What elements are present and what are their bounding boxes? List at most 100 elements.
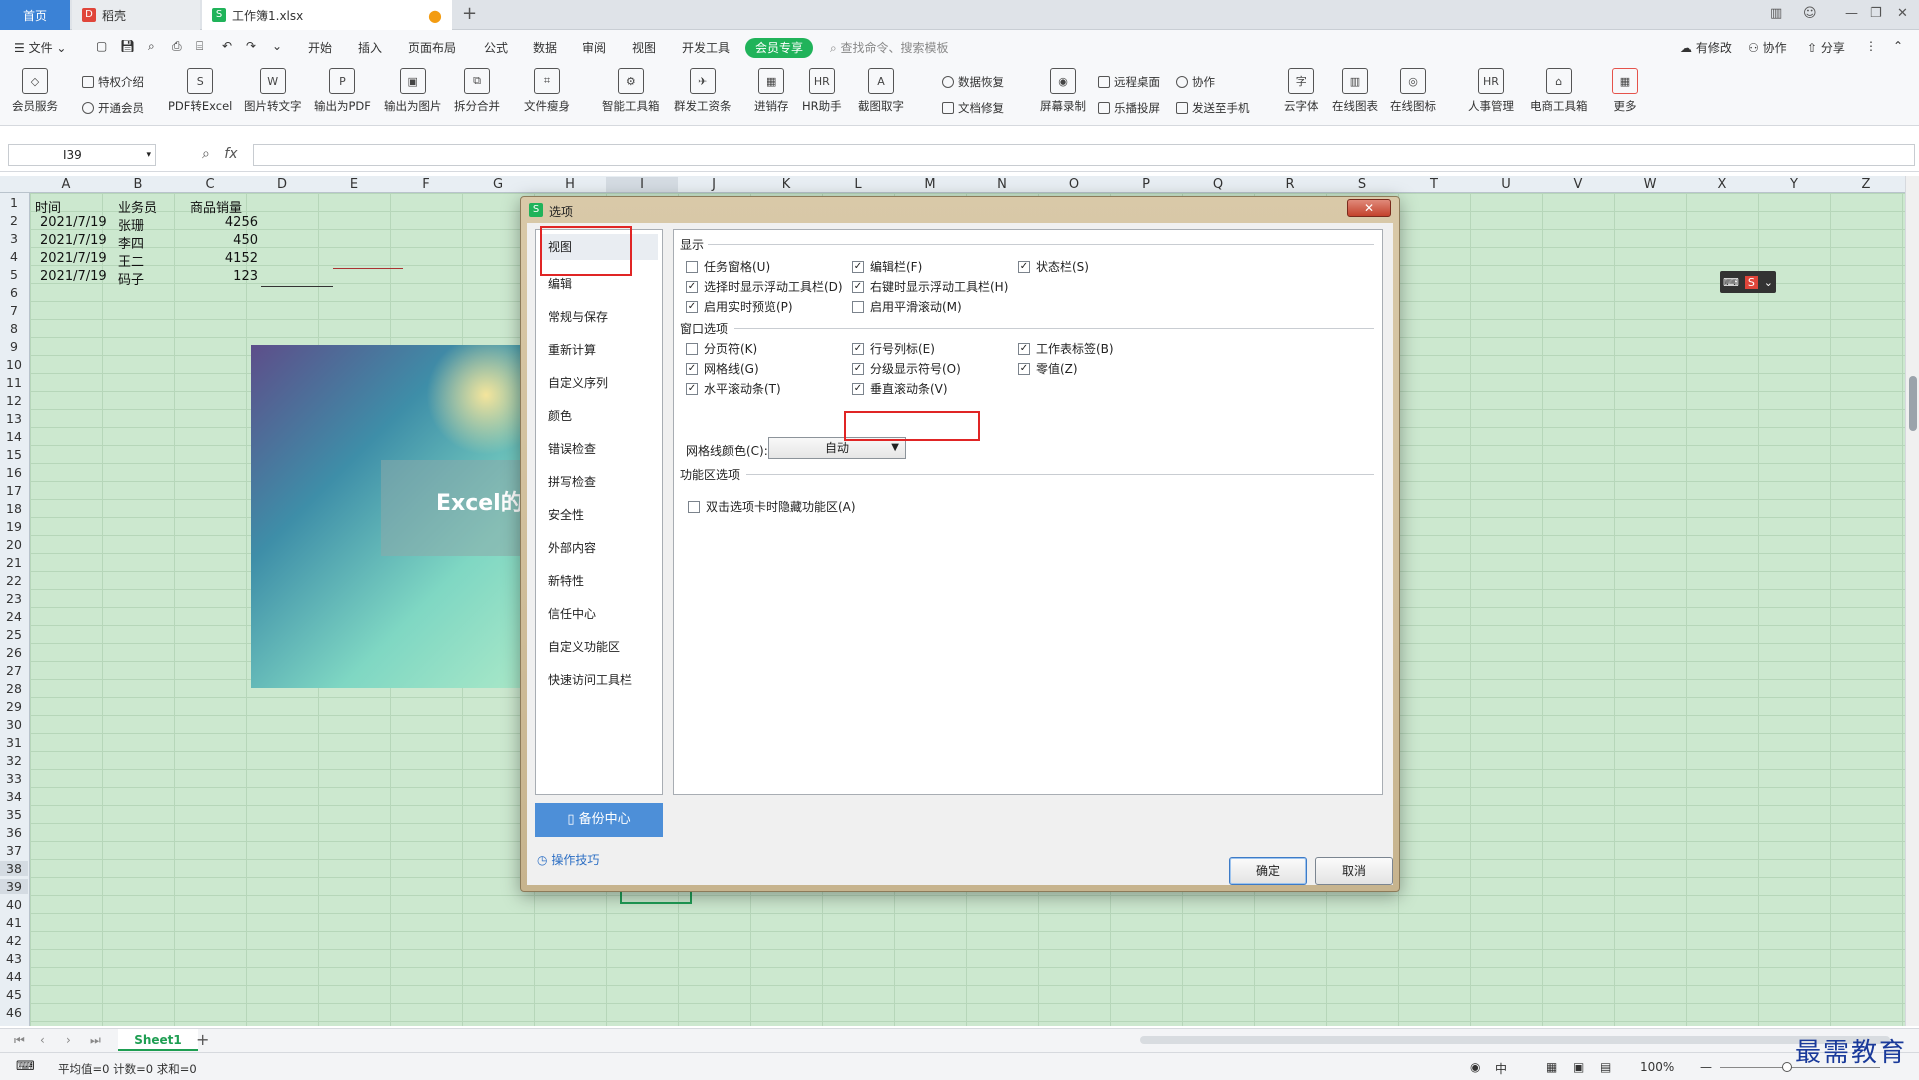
column-header-g[interactable]: G — [462, 177, 534, 192]
last-sheet-icon[interactable]: ⏭ — [90, 1033, 101, 1048]
column-header-q[interactable]: Q — [1182, 177, 1254, 192]
vip-service-button[interactable]: ◇ 会员服务 — [12, 68, 58, 114]
column-header-j[interactable]: J — [678, 177, 750, 192]
export-image-button[interactable]: ▣ 输出为图片 — [384, 68, 442, 114]
column-header-m[interactable]: M — [894, 177, 966, 192]
checkbox-checked-icon[interactable]: ✓ — [686, 382, 698, 395]
ribbon-collab-button[interactable]: 协作 — [1176, 74, 1215, 90]
checkbox-checked-icon[interactable]: ✓ — [686, 300, 698, 313]
row-header-33[interactable]: 33 — [0, 771, 28, 786]
cell-b2[interactable]: 张珊 — [118, 215, 144, 234]
more-menu-icon[interactable]: ⋮ — [1865, 39, 1877, 53]
undo-icon[interactable]: ↶ — [222, 39, 232, 53]
cell-b1[interactable]: 业务员 — [118, 197, 157, 216]
screen-record-button[interactable]: ◉ 屏幕录制 — [1040, 68, 1086, 114]
options-nav-item-11[interactable]: 信任中心 — [548, 605, 596, 622]
row-header-11[interactable]: 11 — [0, 375, 28, 390]
option-display_opts-6[interactable]: 启用平滑滚动(M) — [852, 298, 962, 315]
cell-a2[interactable]: 2021/7/19 — [40, 215, 107, 230]
redo-icon[interactable]: ↷ — [246, 39, 256, 53]
menu-insert[interactable]: 插入 — [358, 39, 382, 56]
cell-a5[interactable]: 2021/7/19 — [40, 269, 107, 284]
prev-sheet-icon[interactable]: ‹ — [40, 1033, 45, 1047]
checkbox-checked-icon[interactable]: ✓ — [1018, 362, 1030, 375]
chevron-down-icon[interactable]: ⌄ — [1764, 276, 1773, 289]
row-header-8[interactable]: 8 — [0, 321, 28, 336]
row-header-28[interactable]: 28 — [0, 681, 28, 696]
row-header-20[interactable]: 20 — [0, 537, 28, 552]
row-header-2[interactable]: 2 — [0, 213, 28, 228]
checkbox-checked-icon[interactable]: ✓ — [852, 382, 864, 395]
send-phone-button[interactable]: 发送至手机 — [1176, 100, 1250, 116]
cell-c2[interactable]: 4256 — [186, 215, 258, 230]
new-tab-button[interactable]: + — [462, 3, 477, 24]
new-icon[interactable]: ▢ — [96, 39, 107, 53]
cell-a4[interactable]: 2021/7/19 — [40, 251, 107, 266]
save-icon[interactable]: 💾︎ — [120, 39, 135, 53]
doc-repair-button[interactable]: 文档修复 — [942, 100, 1004, 116]
option-window_opts-7[interactable]: ✓ 垂直滚动条(V) — [852, 380, 948, 397]
input-mode[interactable]: 中 — [1495, 1060, 1507, 1077]
column-header-f[interactable]: F — [390, 177, 462, 192]
option-window_opts-1[interactable]: ✓ 行号列标(E) — [852, 340, 935, 357]
cell-c4[interactable]: 4152 — [186, 251, 258, 266]
row-header-32[interactable]: 32 — [0, 753, 28, 768]
column-header-e[interactable]: E — [318, 177, 390, 192]
checkbox-empty-icon[interactable] — [686, 342, 698, 355]
row-header-31[interactable]: 31 — [0, 735, 28, 750]
column-header-k[interactable]: K — [750, 177, 822, 192]
img-to-text-button[interactable]: W 图片转文字 — [244, 68, 302, 114]
add-sheet-button[interactable]: + — [196, 1030, 209, 1049]
export-pdf-button[interactable]: P 输出为PDF — [314, 68, 371, 114]
restore-icon[interactable]: ❐ — [1870, 6, 1882, 21]
menu-data[interactable]: 数据 — [533, 39, 557, 56]
options-nav-item-7[interactable]: 拼写检查 — [548, 473, 596, 490]
horizontal-scrollbar[interactable] — [1140, 1036, 1890, 1044]
break-view-icon[interactable]: ▤ — [1600, 1060, 1611, 1074]
option-display_opts-5[interactable]: ✓ 启用实时预览(P) — [686, 298, 793, 315]
row-header-27[interactable]: 27 — [0, 663, 28, 678]
print-icon[interactable]: ⎙ — [172, 39, 182, 54]
name-box[interactable]: I39 ▾ — [8, 144, 156, 166]
zoom-level[interactable]: 100% — [1640, 1060, 1674, 1074]
zoom-icon[interactable]: ⌕ — [202, 146, 210, 162]
row-header-43[interactable]: 43 — [0, 951, 28, 966]
row-header-26[interactable]: 26 — [0, 645, 28, 660]
quick-access-more-icon[interactable]: ⌄ — [272, 39, 282, 53]
row-header-29[interactable]: 29 — [0, 699, 28, 714]
options-nav-item-12[interactable]: 自定义功能区 — [548, 638, 620, 655]
cancel-button[interactable]: 取消 — [1315, 857, 1393, 885]
row-header-18[interactable]: 18 — [0, 501, 28, 516]
row-header-22[interactable]: 22 — [0, 573, 28, 588]
collapse-ribbon-icon[interactable]: ⌃ — [1893, 39, 1903, 53]
option-window_opts-4[interactable]: ✓ 分级显示符号(O) — [852, 360, 961, 377]
checkbox-checked-icon[interactable]: ✓ — [1018, 260, 1030, 273]
screenshot-ocr-button[interactable]: A 截图取字 — [858, 68, 904, 114]
column-header-x[interactable]: X — [1686, 177, 1758, 192]
options-nav-item-3[interactable]: 重新计算 — [548, 341, 596, 358]
tips-link[interactable]: ◷ 操作技巧 — [537, 851, 599, 868]
cell-b5[interactable]: 码子 — [118, 269, 144, 288]
column-header-p[interactable]: P — [1110, 177, 1182, 192]
next-sheet-icon[interactable]: › — [66, 1033, 71, 1047]
dialog-close-button[interactable]: ✕ — [1347, 199, 1391, 217]
options-nav-item-4[interactable]: 自定义序列 — [548, 374, 608, 391]
ok-button[interactable]: 确定 — [1229, 857, 1307, 885]
keyboard-icon[interactable]: ⌨ — [1723, 276, 1739, 289]
column-header-d[interactable]: D — [246, 177, 318, 192]
row-header-30[interactable]: 30 — [0, 717, 28, 732]
row-header-25[interactable]: 25 — [0, 627, 28, 642]
pdf-to-excel-button[interactable]: S PDF转Excel — [168, 68, 232, 114]
option-display_opts-3[interactable]: ✓ 选择时显示浮动工具栏(D) — [686, 278, 843, 295]
data-recovery-button[interactable]: 数据恢复 — [942, 74, 1004, 90]
privilege-button[interactable]: 特权介绍 — [82, 74, 144, 90]
row-header-44[interactable]: 44 — [0, 969, 28, 984]
row-header-12[interactable]: 12 — [0, 393, 28, 408]
checkbox-checked-icon[interactable]: ✓ — [852, 362, 864, 375]
cell-b4[interactable]: 王二 — [118, 251, 144, 270]
tab-workbook[interactable]: S 工作簿1.xlsx ● — [202, 0, 452, 30]
options-nav-item-8[interactable]: 安全性 — [548, 506, 584, 523]
checkbox-checked-icon[interactable]: ✓ — [686, 280, 698, 293]
column-header-a[interactable]: A — [30, 177, 102, 192]
column-header-v[interactable]: V — [1542, 177, 1614, 192]
